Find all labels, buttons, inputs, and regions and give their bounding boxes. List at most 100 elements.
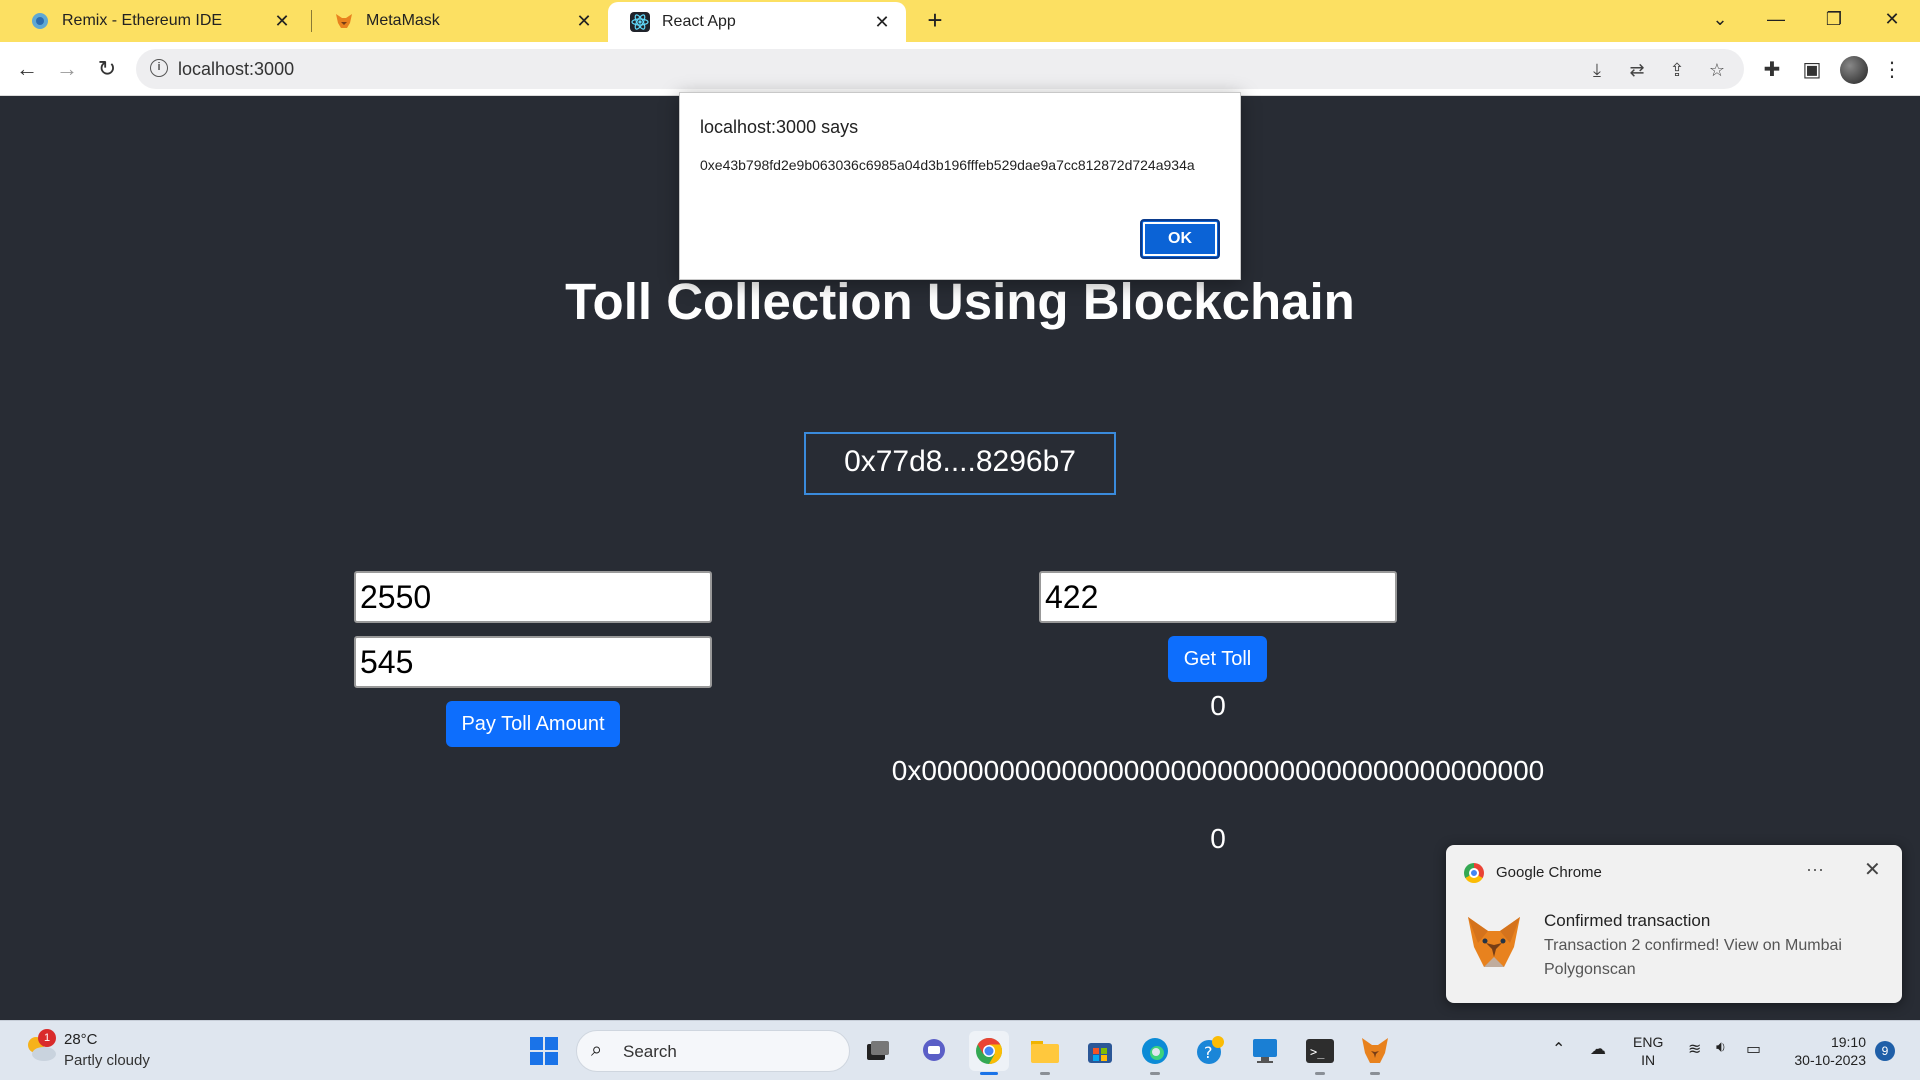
volume-icon[interactable]: 🔉︎	[1716, 1039, 1726, 1057]
close-icon[interactable]: ✕	[1864, 857, 1881, 882]
url-text[interactable]: localhost:3000	[178, 59, 294, 80]
pay-toll-button[interactable]: Pay Toll Amount	[446, 701, 620, 747]
task-view-glyph	[867, 1041, 889, 1060]
share-icon[interactable]: ⇪	[1666, 59, 1688, 81]
clock-date: 30-10-2023	[1794, 1052, 1866, 1068]
menu-kebab-icon[interactable]: ⋮	[1880, 58, 1904, 82]
tab-label: Remix - Ethereum IDE	[62, 12, 223, 29]
pay-amount-input[interactable]: 2550	[354, 571, 712, 623]
get-toll-button[interactable]: Get Toll	[1168, 636, 1267, 682]
react-icon	[630, 12, 650, 32]
store-glyph	[1088, 1043, 1112, 1063]
restore-icon[interactable]: ❐	[1814, 0, 1854, 40]
address-bar[interactable]: i localhost:3000 ⤓ ⇄ ⇪ ☆	[136, 49, 1744, 89]
chrome-taskbar-icon[interactable]	[969, 1031, 1009, 1075]
chrome-glyph	[976, 1037, 1003, 1065]
site-info-icon[interactable]: i	[150, 59, 168, 77]
close-icon[interactable]: ✕	[272, 11, 292, 32]
microsoft-store-icon[interactable]	[1080, 1031, 1120, 1071]
monitor-glyph	[1253, 1039, 1277, 1063]
tab-label: React App	[662, 13, 736, 30]
battery-icon[interactable]: ▭	[1746, 1039, 1761, 1059]
edge-glyph	[1142, 1038, 1168, 1064]
wifi-icon[interactable]: ≋	[1688, 1039, 1701, 1059]
file-explorer-icon[interactable]	[1025, 1031, 1065, 1075]
weather-badge: 1	[38, 1029, 56, 1047]
tab-strip: Remix - Ethereum IDE ✕ MetaMask ✕ React …	[0, 0, 1920, 42]
pay-vehicle-input[interactable]: 545	[354, 636, 712, 688]
tab-label: MetaMask	[366, 12, 440, 29]
running-indicator	[1150, 1072, 1160, 1075]
connected-account[interactable]: 0x77d8....8296b7	[804, 432, 1116, 495]
dialog-title: localhost:3000 says	[700, 117, 859, 137]
clock-time: 19:10	[1830, 1034, 1866, 1050]
svg-text:?: ?	[1204, 1043, 1213, 1062]
tab-react-app[interactable]: React App ✕	[608, 2, 906, 42]
start-button[interactable]	[524, 1031, 564, 1071]
weather-condition[interactable]: Partly cloudy	[64, 1052, 150, 1069]
translate-icon[interactable]: ⇄	[1626, 59, 1648, 81]
language-code: ENG	[1633, 1034, 1664, 1050]
running-indicator	[1370, 1072, 1380, 1075]
metamask-taskbar-icon[interactable]	[1355, 1031, 1395, 1075]
notification-heading: Confirmed transaction	[1544, 911, 1711, 930]
reload-icon[interactable]: ↻	[92, 54, 122, 84]
chat-glyph	[923, 1039, 945, 1061]
page-title: Toll Collection Using Blockchain	[565, 273, 1355, 330]
chrome-notification[interactable]: Google Chrome ··· ✕ Confirmed transactio…	[1446, 845, 1902, 1003]
chrome-icon	[1464, 863, 1484, 883]
tab-search-chevron-icon[interactable]: ⌄	[1700, 0, 1740, 40]
running-indicator	[1040, 1072, 1050, 1075]
tab-metamask[interactable]: MetaMask ✕	[312, 0, 608, 42]
toll-result-address: 0x00000000000000000000000000000000000000…	[891, 755, 1545, 786]
bookmark-star-icon[interactable]: ☆	[1706, 59, 1728, 81]
edge-icon[interactable]	[1135, 1031, 1175, 1075]
minimize-icon[interactable]: —	[1756, 0, 1796, 40]
show-hidden-icons-chevron-icon[interactable]: ⌃	[1552, 1039, 1565, 1059]
onedrive-error-icon[interactable]: ☁	[1590, 1039, 1606, 1059]
side-panel-icon[interactable]: ▣	[1800, 58, 1824, 82]
clock[interactable]: 19:10 30-10-2023	[1786, 1033, 1866, 1069]
back-arrow-icon[interactable]: ←	[12, 54, 42, 84]
remix-icon	[32, 13, 48, 29]
help-glyph: ?	[1197, 1036, 1224, 1064]
metamask-fox-icon	[1362, 1038, 1388, 1063]
metamask-fox-icon	[1468, 917, 1520, 967]
weather-temperature[interactable]: 28°C	[64, 1031, 98, 1048]
folder-glyph	[1031, 1041, 1059, 1063]
get-help-icon[interactable]: ?	[1190, 1031, 1230, 1071]
chat-icon[interactable]	[914, 1031, 954, 1071]
profile-avatar[interactable]	[1840, 56, 1868, 84]
taskbar-search[interactable]: ⌕ Search	[576, 1030, 850, 1072]
search-placeholder: Search	[623, 1042, 677, 1061]
install-app-icon[interactable]: ⤓	[1586, 59, 1608, 81]
metamask-fox-icon	[336, 14, 352, 28]
language-indicator[interactable]: ENG IN	[1633, 1033, 1663, 1069]
terminal-glyph: >_	[1306, 1039, 1334, 1063]
forward-arrow-icon[interactable]: →	[52, 54, 82, 84]
toll-result-amount: 0	[1210, 690, 1226, 721]
search-icon: ⌕	[591, 1039, 603, 1061]
tab-remix[interactable]: Remix - Ethereum IDE ✕	[8, 0, 306, 42]
get-toll-input[interactable]: 422	[1039, 571, 1397, 623]
remote-desktop-icon[interactable]	[1245, 1031, 1285, 1071]
terminal-icon[interactable]: >_	[1300, 1031, 1340, 1075]
window-close-icon[interactable]: ✕	[1872, 0, 1912, 40]
new-tab-button[interactable]: +	[920, 6, 950, 36]
toll-result-extra: 0	[1210, 823, 1226, 854]
notification-count-badge[interactable]: 9	[1875, 1041, 1895, 1061]
svg-text:>_: >_	[1310, 1045, 1325, 1059]
dialog-ok-button[interactable]: OK	[1140, 219, 1220, 259]
taskbar: 1 28°C Partly cloudy ⌕ Search ? >_ ⌃ ☁ E…	[0, 1020, 1920, 1080]
task-view-icon[interactable]	[858, 1031, 898, 1071]
running-indicator	[1315, 1072, 1325, 1075]
notification-app-name: Google Chrome	[1496, 864, 1602, 881]
more-options-icon[interactable]: ···	[1806, 859, 1824, 880]
windows-logo-icon	[530, 1037, 558, 1065]
notification-body: Transaction 2 confirmed! View on Mumbai …	[1544, 937, 1842, 978]
active-indicator	[980, 1072, 998, 1075]
close-icon[interactable]: ✕	[574, 11, 594, 32]
close-icon[interactable]: ✕	[872, 12, 892, 33]
extensions-puzzle-icon[interactable]: ✚	[1760, 58, 1784, 82]
language-region: IN	[1641, 1052, 1656, 1068]
